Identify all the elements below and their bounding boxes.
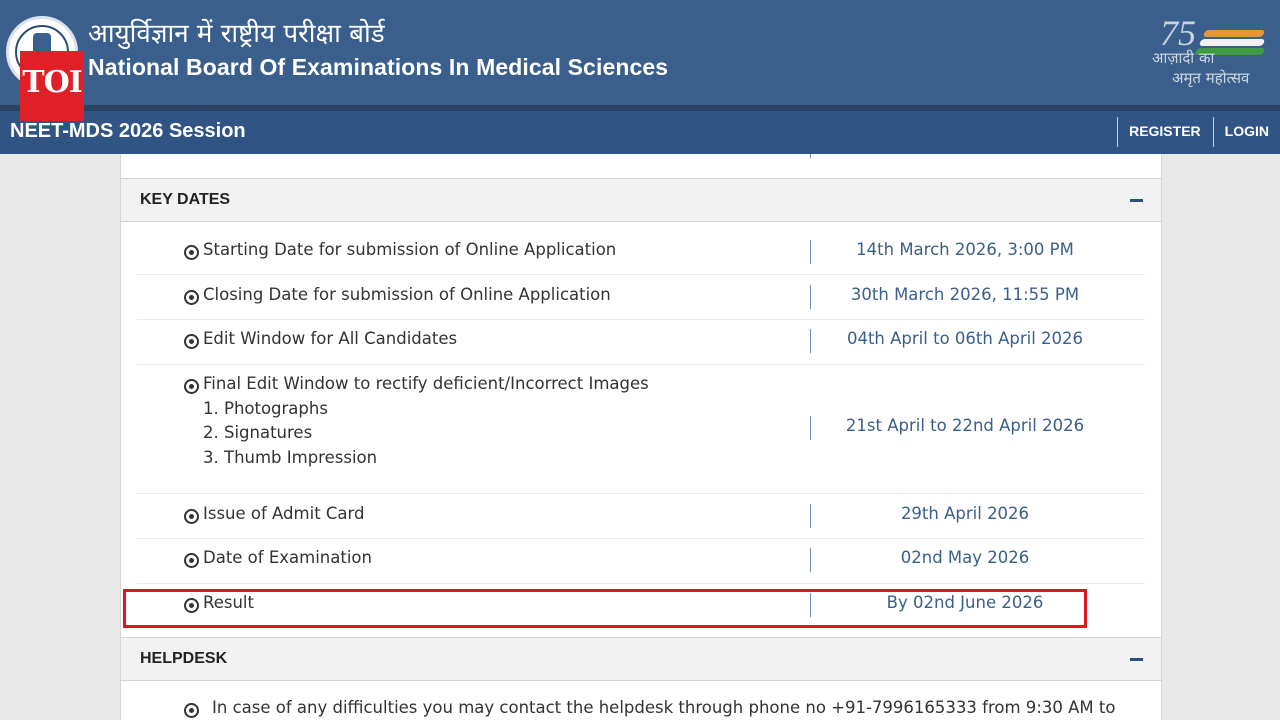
collapse-minus-icon[interactable] — [1130, 658, 1143, 661]
key-date-value: 14th March 2026, 3:00 PM — [856, 240, 1074, 259]
site-title-hindi: आयुर्विज्ञान में राष्ट्रीय परीक्षा बोर्ड — [88, 19, 385, 49]
key-date-value: 21st April to 22nd April 2026 — [845, 416, 1085, 435]
result-highlight-box — [123, 589, 1087, 628]
helpdesk-header[interactable]: HELPDESK — [121, 637, 1161, 681]
key-date-subitem: 2. Signatures — [203, 423, 313, 442]
toi-watermark-logo: TOI — [20, 51, 84, 121]
key-date-row: Date of Examination 02nd May 2026 — [137, 539, 1145, 584]
key-date-row: Starting Date for submission of Online A… — [137, 230, 1145, 275]
key-date-row: Edit Window for All Candidates 04th Apri… — [137, 320, 1145, 365]
radio-bullet-icon — [184, 290, 199, 305]
key-date-label: Starting Date for submission of Online A… — [203, 240, 617, 259]
radio-bullet-icon — [184, 245, 199, 260]
key-date-value: 29th April 2026 — [900, 504, 1030, 523]
key-date-value: 30th March 2026, 11:55 PM — [850, 285, 1080, 304]
key-date-label: Edit Window for All Candidates — [203, 329, 458, 348]
radio-bullet-icon — [184, 334, 199, 349]
key-date-label: Final Edit Window to rectify deficient/I… — [203, 374, 649, 393]
radio-bullet-icon — [184, 553, 199, 568]
main-content-panel: KEY DATES Starting Date for submission o… — [120, 154, 1162, 720]
key-date-row: Final Edit Window to rectify deficient/I… — [137, 365, 1145, 494]
key-date-label: Date of Examination — [203, 548, 372, 567]
key-date-row: Issue of Admit Card 29th April 2026 — [137, 494, 1145, 539]
site-title-english: National Board Of Examinations In Medica… — [88, 54, 669, 80]
radio-bullet-icon — [184, 509, 199, 524]
key-date-value: 02nd May 2026 — [900, 548, 1030, 567]
session-title: NEET-MDS 2026 Session — [10, 120, 246, 142]
azadi-ka-amrit-mahotsav-logo: 75 आज़ादी का अमृत महोत्सव — [1150, 12, 1276, 92]
key-date-subitem: 3. Thumb Impression — [203, 448, 378, 467]
site-header: आयुर्विज्ञान में राष्ट्रीय परीक्षा बोर्ड… — [0, 0, 1280, 105]
helpdesk-text: In case of any difficulties you may cont… — [212, 698, 1116, 717]
key-dates-header[interactable]: KEY DATES — [121, 178, 1161, 222]
key-date-value: 04th April to 06th April 2026 — [846, 329, 1084, 348]
register-link[interactable]: REGISTER — [1117, 117, 1213, 147]
helpdesk-row: In case of any difficulties you may cont… — [137, 690, 1145, 720]
helpdesk-title: HELPDESK — [140, 650, 228, 667]
key-date-row: Closing Date for submission of Online Ap… — [137, 275, 1145, 320]
previous-row-divider — [810, 154, 811, 158]
radio-bullet-icon — [184, 703, 199, 718]
key-date-subitem: 1. Photographs — [203, 399, 328, 418]
key-date-label: Issue of Admit Card — [203, 504, 365, 523]
login-link[interactable]: LOGIN — [1212, 117, 1280, 147]
collapse-minus-icon[interactable] — [1130, 199, 1143, 202]
radio-bullet-icon — [184, 379, 199, 394]
key-dates-title: KEY DATES — [140, 191, 231, 208]
nav-links: REGISTER LOGIN — [1117, 117, 1280, 147]
key-date-label: Closing Date for submission of Online Ap… — [203, 285, 611, 304]
navbar: NEET-MDS 2026 Session REGISTER LOGIN — [0, 111, 1280, 154]
